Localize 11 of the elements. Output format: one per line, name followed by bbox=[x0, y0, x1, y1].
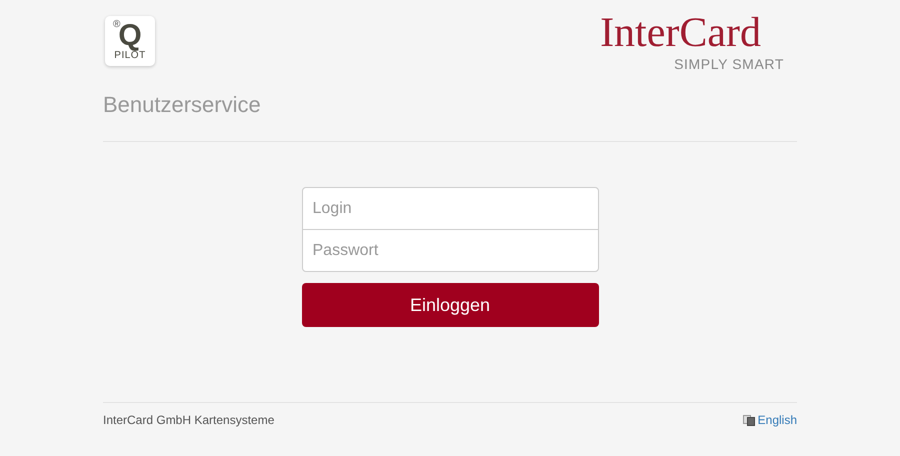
registered-mark: ® bbox=[113, 19, 120, 30]
login-field[interactable]: Login bbox=[302, 187, 598, 230]
brand-tagline: SIMPLY SMART bbox=[674, 56, 784, 72]
language-link[interactable]: English bbox=[742, 413, 797, 427]
language-icon bbox=[742, 414, 755, 426]
login-button[interactable]: Einloggen bbox=[302, 283, 598, 327]
page-title: Benutzerservice bbox=[103, 92, 262, 118]
password-field[interactable]: Passwort bbox=[302, 229, 598, 272]
brand-name: InterCard bbox=[600, 10, 761, 56]
company-name: InterCard GmbH Kartensysteme bbox=[103, 413, 274, 427]
logo-text: PILOT bbox=[114, 51, 146, 61]
